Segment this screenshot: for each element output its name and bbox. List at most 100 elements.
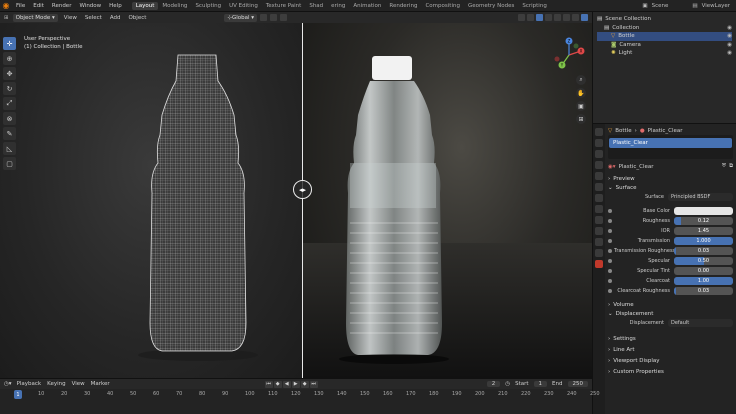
rotate-tool-icon[interactable]: ↻ xyxy=(3,82,16,95)
property-slider[interactable]: 0.00 xyxy=(674,267,733,275)
timeline-menu-playback[interactable]: Playback xyxy=(17,381,42,387)
scene-name[interactable]: Scene xyxy=(652,3,669,9)
timeline-editor-icon[interactable]: ◷▾ xyxy=(4,381,12,387)
timeline[interactable]: ◷▾ Playback Keying View Marker ⏮ ◆ ◀ ▶ ◆ ⏭ … xyxy=(0,378,600,414)
world-tab-icon[interactable] xyxy=(595,183,603,191)
editor-type-icon[interactable]: ⊞ xyxy=(4,15,9,21)
pan-hand-icon[interactable]: ✋ xyxy=(576,88,586,98)
property-slider[interactable]: 0.12 xyxy=(674,217,733,225)
new-material-icon[interactable]: ⧉ xyxy=(729,163,733,170)
viewport-menu-add[interactable]: Add xyxy=(108,15,123,21)
outliner-item[interactable]: ▽ Bottle ◉ xyxy=(597,32,732,41)
timeline-menu-view[interactable]: View xyxy=(72,381,85,387)
output-tab-icon[interactable] xyxy=(595,150,603,158)
playhead[interactable]: 1 xyxy=(14,390,22,399)
outliner[interactable]: ▤ Scene Collection ▤ Collection ◉ ▽ Bottle ◉ ◙ Ca… xyxy=(593,12,736,124)
workspace-tab-animation[interactable]: Animation xyxy=(349,2,385,10)
physics-tab-icon[interactable] xyxy=(595,227,603,235)
render-tab-icon[interactable] xyxy=(595,139,603,147)
socket-dot-icon[interactable] xyxy=(608,279,612,283)
workspace-tab-compositing[interactable]: Compositing xyxy=(421,2,463,10)
constraints-tab-icon[interactable] xyxy=(595,238,603,246)
pivot-icon[interactable] xyxy=(260,14,268,21)
material-slot-item[interactable]: Plastic_Clear xyxy=(609,138,732,148)
outliner-item[interactable]: ✺ Light ◉ xyxy=(597,49,732,58)
visibility-eye-icon[interactable]: ◉ xyxy=(727,33,732,39)
material-property-row[interactable]: Base Color xyxy=(608,206,733,216)
shading-wireframe-icon[interactable] xyxy=(554,14,561,21)
visibility-eye-icon[interactable]: ◉ xyxy=(727,50,732,56)
property-slider[interactable]: 0.03 xyxy=(674,247,733,255)
material-property-row[interactable]: Clearcoat 1.00 xyxy=(608,276,733,286)
line-art-panel-header[interactable]: › Line Art xyxy=(608,345,733,354)
shading-material-icon[interactable] xyxy=(572,14,579,21)
displacement-row[interactable]: Displacement Default xyxy=(608,318,733,328)
workspace-tab-layout[interactable]: Layout xyxy=(131,1,159,10)
surface-panel-header[interactable]: ⌄ Surface xyxy=(608,183,733,192)
play-reverse-icon[interactable]: ◀ xyxy=(282,380,291,388)
viewport-display-panel-header[interactable]: › Viewport Display xyxy=(608,356,733,365)
blender-logo-icon[interactable]: ◉ xyxy=(0,0,12,12)
workspace-tab-shad[interactable]: Shad xyxy=(305,2,327,10)
annotate-tool-icon[interactable]: ✎ xyxy=(3,127,16,140)
volume-panel-header[interactable]: › Volume xyxy=(608,300,733,309)
prev-key-icon[interactable]: ◆ xyxy=(273,380,282,388)
workspace-tab-modeling[interactable]: Modeling xyxy=(158,2,191,10)
viewport-menu-select[interactable]: Select xyxy=(83,15,104,21)
workspace-tab-scripting[interactable]: Scripting xyxy=(518,2,550,10)
scene-tab-icon[interactable] xyxy=(595,172,603,180)
data-tab-icon[interactable] xyxy=(595,249,603,257)
timeline-menu-marker[interactable]: Marker xyxy=(91,381,110,387)
3d-viewport[interactable]: ◂▸ ✛ ⊕ ✥ ↻ ⤢ ⊗ ✎ ◺ ▢ User Perspective (1… xyxy=(0,23,592,378)
modifier-tab-icon[interactable] xyxy=(595,205,603,213)
menu-file[interactable]: File xyxy=(12,3,29,9)
workspace-tab-uv-editing[interactable]: UV Editing xyxy=(225,2,262,10)
material-property-row[interactable]: Specular 0.50 xyxy=(608,256,733,266)
move-tool-icon[interactable]: ✥ xyxy=(3,67,16,80)
socket-dot-icon[interactable] xyxy=(608,249,612,253)
jump-start-icon[interactable]: ⏮ xyxy=(264,380,273,388)
shading-rendered-icon[interactable] xyxy=(581,14,588,21)
outliner-item[interactable]: ▤ Collection ◉ xyxy=(597,24,732,33)
fake-user-icon[interactable]: ⛨ xyxy=(722,163,726,170)
workspace-tab-rendering[interactable]: Rendering xyxy=(385,2,421,10)
visibility-eye-icon[interactable]: ◉ xyxy=(727,42,732,48)
material-slot-list[interactable]: Plastic_Clear xyxy=(608,135,733,159)
material-property-row[interactable]: Specular Tint 0.00 xyxy=(608,266,733,276)
menu-render[interactable]: Render xyxy=(48,3,76,9)
visibility-eye-icon[interactable]: ◉ xyxy=(727,25,732,31)
base-color-swatch[interactable] xyxy=(674,207,733,215)
workspace-tab-sculpting[interactable]: Sculpting xyxy=(191,2,225,10)
property-slider[interactable]: 1.00 xyxy=(674,277,733,285)
material-property-row[interactable]: Transmission Roughness 0.03 xyxy=(608,246,733,256)
menu-edit[interactable]: Edit xyxy=(29,3,48,9)
property-slider[interactable]: 0.50 xyxy=(674,257,733,265)
socket-dot-icon[interactable] xyxy=(608,229,612,233)
jump-end-icon[interactable]: ⏭ xyxy=(309,380,318,388)
camera-view-icon[interactable]: ▣ xyxy=(576,101,586,111)
ortho-grid-icon[interactable]: ⊞ xyxy=(576,114,586,124)
property-slider[interactable]: 0.03 xyxy=(674,287,733,295)
xray-icon[interactable] xyxy=(545,14,552,21)
transform-tool-icon[interactable]: ⊗ xyxy=(3,112,16,125)
socket-dot-icon[interactable] xyxy=(608,289,612,293)
material-browse-icon[interactable]: ◉▾ xyxy=(608,164,616,170)
material-property-row[interactable]: Transmission 1.000 xyxy=(608,236,733,246)
mode-dropdown[interactable]: Object Mode ▾ xyxy=(12,13,58,22)
timeline-menu-keying[interactable]: Keying xyxy=(47,381,65,387)
end-frame-field[interactable]: 250 xyxy=(567,381,588,387)
select-box-tool-icon[interactable]: ✛ xyxy=(3,37,16,50)
tool-tab-icon[interactable] xyxy=(595,128,603,136)
view-layer-name[interactable]: ViewLayer xyxy=(702,3,730,9)
preview-range-icon[interactable]: ◷ xyxy=(505,381,510,387)
outliner-item[interactable]: ◙ Camera ◉ xyxy=(597,41,732,50)
viewport-menu-view[interactable]: View xyxy=(62,15,79,21)
navigation-gizmo[interactable]: X Y Z xyxy=(550,37,588,73)
object-tab-icon[interactable] xyxy=(595,194,603,202)
socket-dot-icon[interactable] xyxy=(608,259,612,263)
overlay-toggle-icon[interactable] xyxy=(536,14,543,21)
proportional-icon[interactable] xyxy=(280,14,288,21)
frame-ruler[interactable]: 1 10 20 30 40 50 60 70 80 90 100 110 120 130 140 150 16… xyxy=(0,389,600,401)
menu-window[interactable]: Window xyxy=(75,3,105,9)
material-property-row[interactable]: Clearcoat Roughness 0.03 xyxy=(608,286,733,296)
